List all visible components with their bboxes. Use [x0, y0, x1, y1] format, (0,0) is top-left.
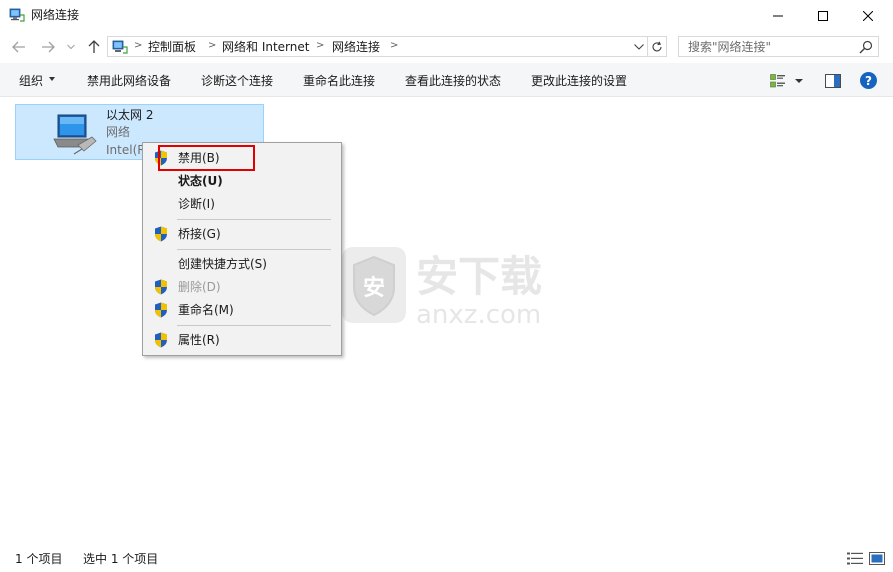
- uac-shield-icon: [155, 332, 167, 348]
- breadcrumb-separator: >: [316, 40, 325, 51]
- details-view-icon[interactable]: [847, 552, 863, 565]
- large-icons-view-icon[interactable]: [869, 552, 885, 565]
- close-icon: [863, 10, 873, 21]
- connection-type: 网络: [106, 125, 131, 139]
- refresh-icon: [652, 41, 662, 51]
- search-input[interactable]: 搜索"网络连接": [678, 36, 879, 57]
- chevron-down-icon: [67, 44, 75, 50]
- menu-separator: [177, 249, 331, 250]
- chevron-down-icon: [634, 44, 644, 50]
- forward-button[interactable]: [36, 37, 60, 57]
- watermark-logo: 安 安下载 anxz.com: [342, 247, 542, 327]
- menu-item-delete: 删除(D): [145, 276, 339, 298]
- breadcrumb-separator: >: [134, 40, 143, 51]
- breadcrumb-separator: >: [390, 40, 399, 51]
- breadcrumb-network-connections[interactable]: 网络连接: [332, 39, 380, 55]
- menu-separator: [177, 219, 331, 220]
- address-dropdown-button[interactable]: [633, 40, 645, 54]
- organize-menu-button[interactable]: 组织: [19, 74, 43, 88]
- minimize-icon: [773, 15, 783, 16]
- menu-item-label: 创建快捷方式(S): [178, 257, 267, 271]
- refresh-button[interactable]: [648, 36, 667, 57]
- control-panel-icon: [112, 40, 128, 54]
- command-bar: 组织 禁用此网络设备 诊断这个连接 重命名此连接 查看此连接的状态 更改此连接的…: [0, 63, 893, 97]
- context-menu: 禁用(B) 状态(U) 诊断(I) 桥接(G) 创建快捷方式(S) 删除(D) …: [142, 142, 342, 356]
- annotation-highlight-box: [158, 145, 255, 171]
- item-count: 1 个项目: [15, 552, 63, 566]
- uac-shield-icon: [155, 279, 167, 295]
- uac-shield-icon: [155, 226, 167, 242]
- menu-item-label: 删除(D): [178, 280, 221, 294]
- minimize-button[interactable]: [755, 0, 801, 31]
- menu-item-rename[interactable]: 重命名(M): [145, 299, 339, 321]
- menu-item-create-shortcut[interactable]: 创建快捷方式(S): [145, 253, 339, 275]
- connection-device: Intel(R: [106, 143, 146, 157]
- menu-item-label: 重命名(M): [178, 303, 234, 317]
- help-icon[interactable]: ?: [860, 72, 877, 89]
- search-placeholder: 搜索"网络连接": [688, 40, 772, 54]
- close-button[interactable]: [845, 0, 891, 31]
- preview-pane-icon[interactable]: [825, 74, 841, 88]
- breadcrumb-control-panel[interactable]: 控制面板: [148, 39, 196, 55]
- selected-count: 选中 1 个项目: [83, 552, 159, 566]
- menu-item-diagnose[interactable]: 诊断(I): [145, 193, 339, 215]
- menu-item-status[interactable]: 状态(U): [145, 170, 339, 192]
- up-button[interactable]: [82, 37, 106, 57]
- menu-item-label: 状态(U): [178, 174, 223, 188]
- title-bar: 网络连接: [0, 0, 893, 31]
- ethernet-adapter-icon: [53, 114, 97, 155]
- arrow-up-icon: [88, 40, 100, 53]
- change-view-icon[interactable]: [770, 74, 786, 88]
- menu-item-properties[interactable]: 属性(R): [145, 329, 339, 351]
- rename-connection-button[interactable]: 重命名此连接: [303, 74, 375, 88]
- status-bar: 1 个项目 选中 1 个项目: [0, 545, 893, 572]
- disable-device-button[interactable]: 禁用此网络设备: [87, 74, 171, 88]
- connection-name: 以太网 2: [106, 108, 154, 122]
- maximize-icon: [818, 10, 828, 21]
- diagnose-connection-button[interactable]: 诊断这个连接: [201, 74, 273, 88]
- breadcrumb-separator: >: [208, 40, 217, 51]
- menu-item-label: 诊断(I): [178, 197, 215, 211]
- breadcrumb-network-internet[interactable]: 网络和 Internet: [222, 39, 309, 55]
- network-connections-icon: [9, 8, 25, 22]
- back-button[interactable]: [7, 37, 31, 57]
- address-bar[interactable]: > 控制面板 > 网络和 Internet > 网络连接 >: [107, 36, 648, 57]
- menu-item-bridge[interactable]: 桥接(G): [145, 223, 339, 245]
- watermark-badge-text: 安: [363, 275, 385, 301]
- menu-separator: [177, 325, 331, 326]
- uac-shield-icon: [155, 302, 167, 318]
- recent-locations-button[interactable]: [64, 37, 78, 57]
- watermark-text-cn: 安下载: [416, 252, 542, 301]
- change-settings-button[interactable]: 更改此连接的设置: [531, 74, 627, 88]
- menu-item-label: 属性(R): [178, 333, 220, 347]
- window-title: 网络连接: [31, 8, 80, 22]
- chevron-down-icon: [49, 77, 55, 81]
- navigation-bar: > 控制面板 > 网络和 Internet > 网络连接 > 搜索"网络连接": [0, 31, 893, 63]
- maximize-button[interactable]: [800, 0, 846, 31]
- watermark-text-en: anxz.com: [416, 300, 541, 327]
- view-status-button[interactable]: 查看此连接的状态: [405, 74, 501, 88]
- menu-item-label: 桥接(G): [178, 227, 221, 241]
- search-icon: [859, 40, 873, 54]
- arrow-right-icon: [42, 41, 55, 53]
- view-options-dropdown[interactable]: [795, 79, 803, 83]
- arrow-left-icon: [12, 41, 25, 53]
